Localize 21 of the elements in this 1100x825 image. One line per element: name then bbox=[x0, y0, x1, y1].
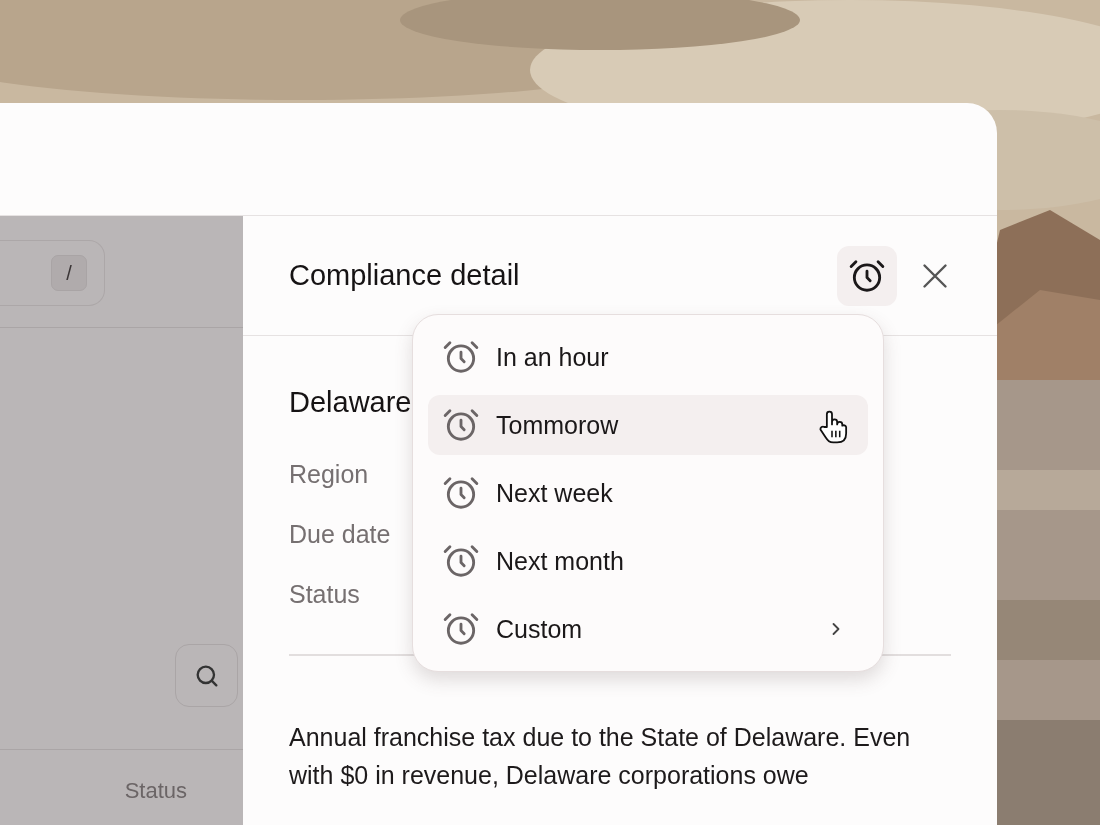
column-header: Status bbox=[124, 778, 187, 804]
description-text: Annual franchise tax due to the State of Delaware. Even with $0 in revenue, Delaware corporations owe bbox=[289, 721, 912, 791]
section-heading: Delaware bbox=[289, 386, 413, 419]
alarm-clock-icon bbox=[442, 474, 480, 512]
search-button[interactable] bbox=[175, 644, 238, 707]
alarm-clock-icon bbox=[442, 542, 480, 580]
reminder-button[interactable] bbox=[837, 245, 897, 306]
panel-title: Compliance detail bbox=[289, 259, 521, 292]
shortcut-key: / bbox=[51, 255, 87, 291]
field-label: Status bbox=[289, 579, 361, 610]
menu-item[interactable]: Tommorow bbox=[428, 395, 868, 455]
menu-item[interactable]: Custom bbox=[428, 599, 868, 659]
alarm-clock-icon bbox=[442, 610, 480, 648]
field-label: Region bbox=[289, 459, 370, 490]
menu-item[interactable]: In an hour bbox=[428, 327, 868, 387]
field-label: Due date bbox=[289, 519, 392, 550]
menu-item[interactable]: Next month bbox=[428, 531, 868, 591]
alarm-clock-icon bbox=[442, 338, 480, 376]
alarm-clock-icon bbox=[442, 406, 480, 444]
menu-item[interactable]: Next week bbox=[428, 463, 868, 523]
search-field[interactable]: / bbox=[0, 240, 105, 306]
